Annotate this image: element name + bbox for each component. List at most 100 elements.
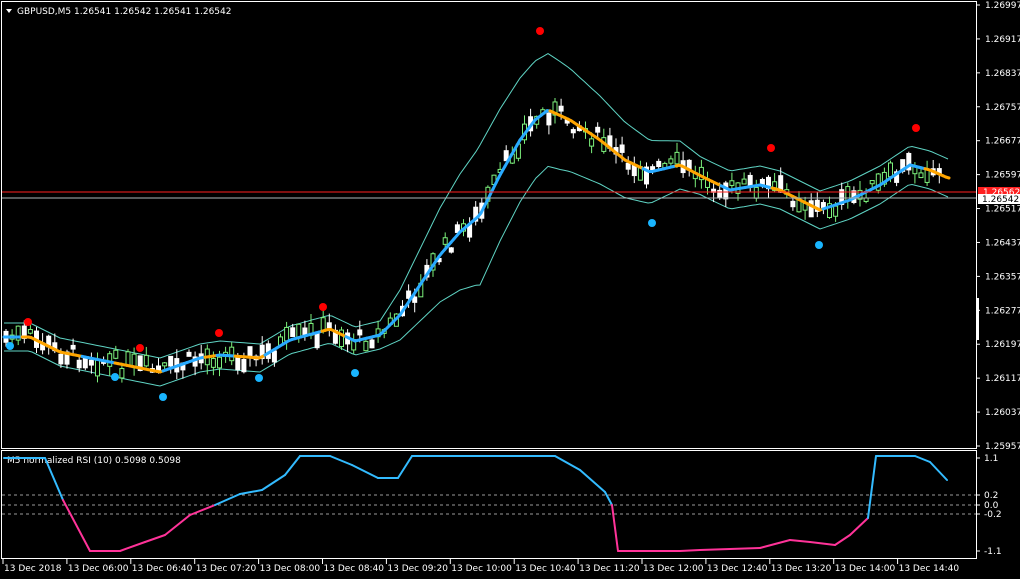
sell-signal-dot — [24, 318, 32, 326]
candle-body — [271, 350, 277, 363]
chart-background — [0, 0, 1020, 579]
price-tick-label: 1.25957 — [985, 442, 1020, 452]
rsi-tick-label: 1.1 — [984, 454, 998, 464]
sell-signal-dot — [536, 27, 544, 35]
buy-signal-dot — [111, 373, 119, 381]
buy-signal-dot — [159, 393, 167, 401]
chart-canvas[interactable]: GBPUSD,M5 1.26541 1.26542 1.26541 1.2654… — [0, 0, 1020, 579]
ma-segment — [944, 175, 951, 180]
price-tick-label: 1.26837 — [985, 69, 1020, 79]
candle-body — [290, 327, 296, 337]
buy-signal-dot — [648, 219, 656, 227]
sell-signal-dot — [912, 124, 920, 132]
price-tick-label: 1.26517 — [985, 205, 1020, 215]
time-tick-label: 13 Dec 10:40 — [515, 564, 576, 574]
candle-body — [888, 162, 893, 178]
candle-body — [27, 329, 33, 334]
candle-body — [570, 129, 576, 134]
time-tick-label: 13 Dec 2018 — [4, 564, 62, 574]
candle-body — [95, 359, 100, 377]
candle-body — [448, 247, 454, 253]
candle-body — [753, 186, 759, 199]
candle-body — [790, 200, 796, 208]
candle-body — [82, 357, 88, 369]
candle-body — [217, 356, 222, 369]
time-tick-label: 13 Dec 14:00 — [835, 564, 896, 574]
price-tick-label: 1.26277 — [985, 306, 1020, 316]
candle-body — [808, 200, 814, 218]
candle-body — [247, 346, 253, 358]
candle-body — [314, 332, 320, 349]
time-tick-label: 13 Dec 12:40 — [707, 564, 768, 574]
buy-signal-dot — [815, 241, 823, 249]
candle-body — [143, 354, 149, 367]
time-tick-label: 13 Dec 06:00 — [68, 564, 129, 574]
candle-body — [717, 189, 723, 198]
price-tick-label: 1.26997 — [985, 1, 1020, 11]
price-tick-label: 1.26437 — [985, 238, 1020, 248]
time-tick-label: 13 Dec 12:00 — [643, 564, 704, 574]
candle-body — [296, 323, 302, 338]
candle-body — [125, 351, 131, 367]
time-tick-label: 13 Dec 08:00 — [260, 564, 321, 574]
buy-signal-dot — [255, 374, 263, 382]
candle-body — [406, 290, 412, 299]
candle-body — [918, 172, 924, 179]
candle-body — [186, 351, 192, 357]
candle-body — [729, 180, 735, 186]
price-tick-label: 1.26037 — [985, 408, 1020, 418]
time-tick-label: 13 Dec 10:00 — [451, 564, 512, 574]
candle-body — [369, 339, 375, 349]
candle-body — [168, 355, 174, 367]
candle-body — [656, 160, 662, 168]
candle-body — [759, 179, 765, 185]
candle-body — [235, 356, 241, 371]
candle-body — [88, 359, 94, 366]
price-tick-label: 1.26117 — [985, 374, 1020, 384]
sell-signal-dot — [319, 303, 327, 311]
buy-signal-dot — [6, 342, 14, 350]
candle-body — [668, 158, 674, 164]
candle-body — [924, 169, 930, 183]
candle-body — [58, 353, 64, 365]
candle-body — [241, 359, 247, 373]
candle-body — [833, 205, 839, 217]
candle-body — [107, 353, 113, 367]
price-tick-label: 1.26757 — [985, 103, 1020, 113]
candle-body — [723, 182, 729, 200]
rsi-tick-label: 0.2 — [984, 491, 998, 501]
price-tick-label: 1.26677 — [985, 137, 1020, 147]
candle-body — [546, 112, 552, 126]
candle-body — [357, 329, 363, 336]
candle-body — [863, 197, 869, 202]
candle-body — [76, 359, 82, 369]
time-tick-label: 13 Dec 09:20 — [387, 564, 448, 574]
price-tick-label: 1.26917 — [985, 35, 1020, 45]
price-tick-label: 1.26597 — [985, 171, 1020, 181]
candle-body — [589, 138, 595, 147]
candle-body — [119, 368, 125, 379]
candle-body — [625, 162, 631, 170]
rsi-tick-label: -1.1 — [984, 547, 1002, 557]
candle-body — [412, 296, 418, 303]
price-tick-label: 1.26197 — [985, 340, 1020, 350]
sell-signal-dot — [767, 144, 775, 152]
sell-signal-dot — [136, 344, 144, 352]
candle-body — [210, 358, 216, 368]
symbol-header: GBPUSD,M5 1.26541 1.26542 1.26541 1.2654… — [17, 7, 231, 17]
candle-body — [229, 346, 235, 362]
time-tick-label: 13 Dec 11:20 — [579, 564, 640, 574]
time-tick-label: 13 Dec 08:40 — [324, 564, 385, 574]
candle-body — [162, 362, 168, 367]
candle-body — [595, 126, 601, 133]
bid-price-box-label: 1.26542 — [982, 195, 1019, 205]
rsi-tick-label: -0.2 — [984, 510, 1002, 520]
time-tick-label: 13 Dec 14:40 — [899, 564, 960, 574]
sell-signal-dot — [215, 329, 223, 337]
candle-body — [558, 105, 564, 112]
candle-body — [113, 349, 119, 359]
price-tick-label: 1.26357 — [985, 272, 1020, 282]
buy-signal-dot — [351, 369, 359, 377]
candle-body — [320, 317, 326, 332]
rsi-segment — [679, 549, 701, 552]
